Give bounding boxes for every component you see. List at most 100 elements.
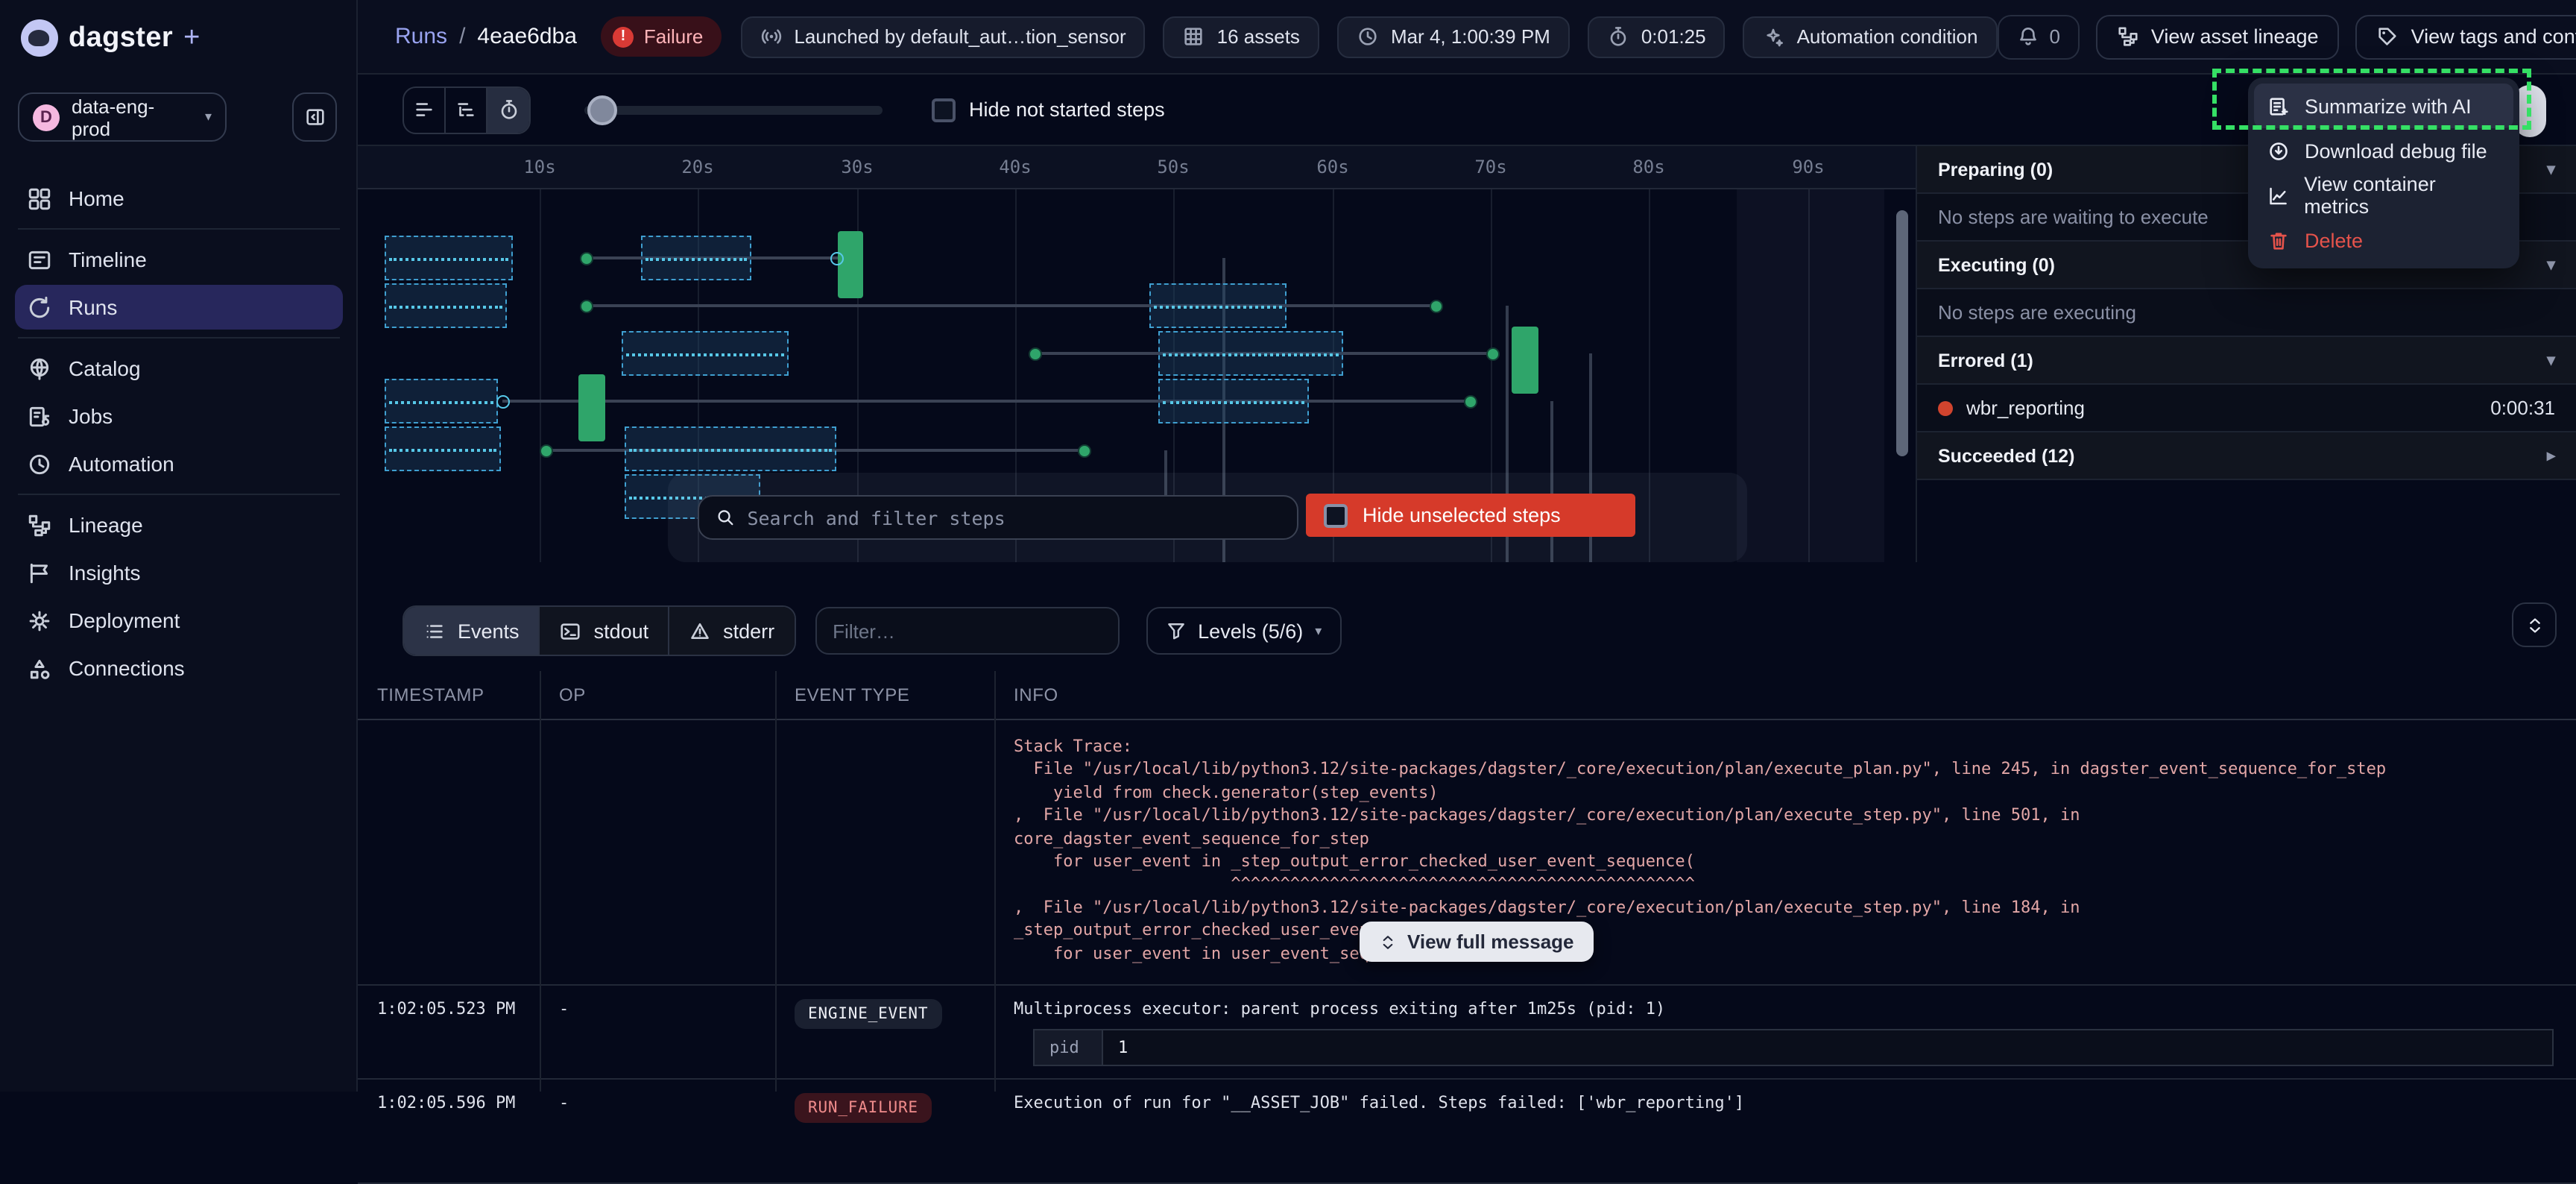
event-info-text: Multiprocess executor: parent process ex… <box>1014 999 2576 1018</box>
waterfall-view-button[interactable] <box>446 87 487 132</box>
gantt-chart: Hide unselected steps <box>358 189 1916 562</box>
gantt-view-mode-group <box>402 86 531 133</box>
sidebar-item-lineage[interactable]: Lineage <box>15 503 343 547</box>
run-actions-menu: Summarize with AI Download debug file View… <box>2248 78 2519 268</box>
gantt-queued-step[interactable] <box>622 331 789 376</box>
sidebar-item-runs[interactable]: Runs <box>15 285 343 330</box>
run-badge-label: 16 assets <box>1217 25 1300 48</box>
gantt-time-axis: 10s20s30s40s50s60s70s80s90s <box>358 146 1916 189</box>
gantt-queued-step[interactable] <box>385 379 498 423</box>
slider-thumb[interactable] <box>587 95 617 125</box>
menu-item-view-container-metrics[interactable]: View container metrics <box>2254 173 2513 218</box>
timed-view-button[interactable] <box>487 87 529 132</box>
view-tags-config-label: View tags and config <box>2411 25 2576 48</box>
flat-view-button[interactable] <box>404 87 446 132</box>
view-full-message-button[interactable]: View full message <box>1360 922 1594 962</box>
workspace-switcher[interactable]: D data-eng-prod ▾ <box>18 92 227 142</box>
gantt-queued-step[interactable] <box>625 426 836 471</box>
tab-events[interactable]: Events <box>404 607 540 655</box>
column-header: TIMESTAMP <box>358 684 540 705</box>
dagster-logo: dagster + <box>21 19 200 57</box>
log-filter-field[interactable] <box>815 607 1119 655</box>
sidebar-item-automation[interactable]: Automation <box>15 441 343 486</box>
tab-stdout[interactable]: stdout <box>540 607 670 655</box>
gantt-queued-step[interactable] <box>1158 331 1343 376</box>
sidebar-item-jobs[interactable]: Jobs <box>15 394 343 438</box>
breadcrumb-runs-link[interactable]: Runs <box>395 24 447 49</box>
event-log-header: TIMESTAMPOPEVENT TYPEINFO <box>358 671 2576 720</box>
menu-item-summarize-with-ai[interactable]: Summarize with AI <box>2254 84 2513 128</box>
sidebar-item-connections[interactable]: Connections <box>15 646 343 690</box>
run-badges: Launched by default_aut…tion_sensor 16 as… <box>740 16 1997 57</box>
view-tags-config-button[interactable]: View tags and config <box>2356 14 2576 59</box>
workspace-avatar: D <box>33 104 60 130</box>
sidebar-item-label: Insights <box>69 561 141 585</box>
info-cell: Stack Trace: File "/usr/local/lib/python… <box>994 720 2576 984</box>
stack-trace-text: Stack Trace: File "/usr/local/lib/python… <box>994 720 2576 965</box>
view-asset-lineage-button[interactable]: View asset lineage <box>2096 14 2340 59</box>
gantt-gridline <box>540 189 541 562</box>
gantt-zoom-slider[interactable] <box>584 95 883 125</box>
hide-not-started-checkbox[interactable] <box>932 98 956 122</box>
column-header: EVENT TYPE <box>775 684 994 705</box>
gantt-queued-step[interactable] <box>385 236 513 280</box>
section-caret-icon: ▾ <box>2547 350 2555 370</box>
collapse-panel-icon <box>303 106 326 128</box>
sidebar-item-timeline[interactable]: Timeline <box>15 237 343 282</box>
gantt-succeeded-step[interactable] <box>838 231 863 298</box>
sidebar-item-catalog[interactable]: Catalog <box>15 346 343 391</box>
event-row-run_failure: 1:02:05.596 PM-RUN_FAILUREExecution of r… <box>358 1080 2576 1184</box>
sidebar-item-deployment[interactable]: Deployment <box>15 598 343 643</box>
sidebar-item-home[interactable]: Home <box>15 176 343 221</box>
lineage-icon <box>2117 25 2139 48</box>
axis-tick-label: 40s <box>990 157 1041 177</box>
gantt-dependency-line <box>586 304 1436 307</box>
catalog-icon <box>27 356 52 381</box>
lineage-icon <box>27 512 52 538</box>
search-icon <box>716 507 735 528</box>
download-icon <box>2267 139 2290 162</box>
gantt-scrollbar[interactable] <box>1896 210 1908 456</box>
sidebar-collapse-button[interactable] <box>292 92 337 142</box>
sidebar-item-insights[interactable]: Insights <box>15 550 343 595</box>
deployment-icon <box>27 608 52 633</box>
axis-tick-label: 70s <box>1465 157 1516 177</box>
event-type-chip: ENGINE_EVENT <box>795 999 941 1029</box>
sidebar-item-label: Timeline <box>69 248 147 271</box>
gantt-queued-step[interactable] <box>1158 379 1309 423</box>
levels-label: Levels (5/6) <box>1198 620 1303 642</box>
notification-count: 0 <box>2049 25 2059 48</box>
sidebar: dagster + D data-eng-prod ▾ Home Timeline… <box>0 0 358 1092</box>
gantt-queued-step[interactable] <box>1149 283 1287 328</box>
notifications-button[interactable]: 0 <box>1997 14 2079 59</box>
gantt-queued-step[interactable] <box>385 426 501 471</box>
step-section-title: Errored (1) <box>1938 350 2033 371</box>
errored-step-row[interactable]: wbr_reporting0:00:31 <box>1917 385 2576 432</box>
gantt-queued-step[interactable] <box>641 236 751 280</box>
gantt-succeeded-step[interactable] <box>1512 327 1538 394</box>
run-badge-label: Launched by default_aut…tion_sensor <box>794 25 1126 48</box>
step-section-header[interactable]: Errored (1) ▾ <box>1917 337 2576 385</box>
menu-item-label: Download debug file <box>2305 139 2487 162</box>
step-search-field[interactable] <box>698 495 1298 540</box>
hide-not-started-control: Hide not started steps <box>932 98 1165 122</box>
tab-label: stdout <box>594 620 649 642</box>
menu-item-delete[interactable]: Delete <box>2254 218 2513 262</box>
column-divider <box>994 671 996 1092</box>
gantt-succeeded-step[interactable] <box>578 374 605 441</box>
insights-icon <box>27 560 52 585</box>
log-filter-input[interactable] <box>833 620 1095 642</box>
gantt-node-dot <box>580 252 593 265</box>
hide-unselected-checkbox[interactable] <box>1324 503 1348 527</box>
step-section-header[interactable]: Succeeded (12)▸ <box>1917 432 2576 480</box>
tab-stderr[interactable]: stderr <box>669 607 794 655</box>
expand-log-panel-button[interactable] <box>2512 602 2557 647</box>
slider-track <box>584 105 883 114</box>
step-search-input[interactable] <box>747 506 1281 529</box>
menu-item-download-debug-file[interactable]: Download debug file <box>2254 128 2513 173</box>
levels-dropdown[interactable]: Levels (5/6) ▾ <box>1146 607 1341 655</box>
sidebar-item-label: Automation <box>69 452 174 476</box>
expand-message-icon <box>1379 933 1397 951</box>
gantt-queued-step[interactable] <box>385 283 507 328</box>
column-header: INFO <box>994 684 2576 705</box>
